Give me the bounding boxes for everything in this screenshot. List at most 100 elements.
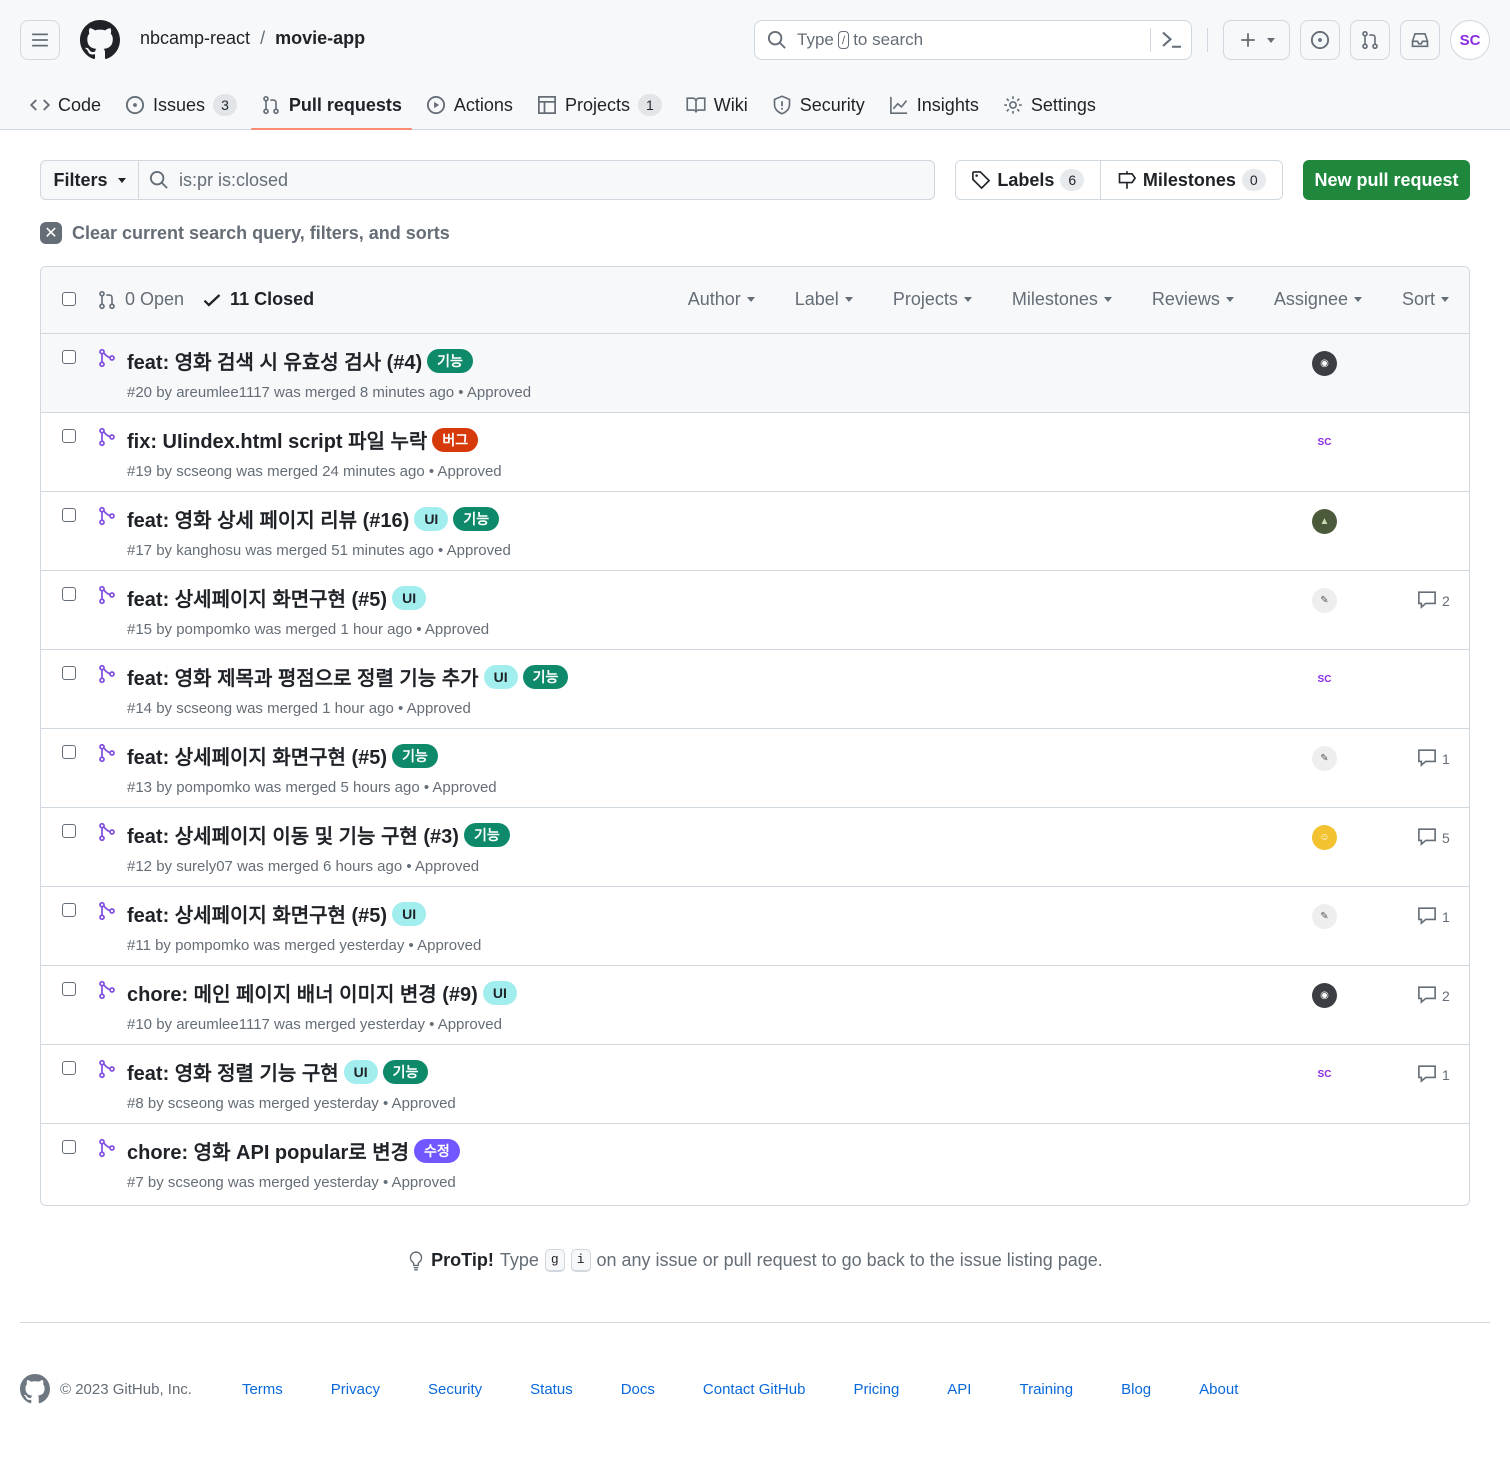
tab-wiki[interactable]: Wiki xyxy=(676,80,758,130)
assignee-avatar[interactable]: ✎ xyxy=(1312,588,1337,613)
repo-name-link[interactable]: movie-app xyxy=(275,28,365,49)
pull-request-row[interactable]: chore: 영화 API popular로 변경 수정 #7 by scseong… xyxy=(41,1124,1469,1203)
label-badge[interactable]: 기능 xyxy=(522,664,569,689)
github-logo-icon[interactable] xyxy=(20,1374,50,1404)
pull-request-row[interactable]: feat: 영화 검색 시 유효성 검사 (#4) 기능 #20 by areuml… xyxy=(41,334,1469,413)
label-badge[interactable]: 기능 xyxy=(392,743,438,768)
pull-request-title-link[interactable]: fix: UIindex.html script 파일 누락 xyxy=(127,425,427,454)
pull-request-row[interactable]: feat: 영화 제목과 평점으로 정렬 기능 추가 UI 기능 #14 by scs… xyxy=(41,650,1469,729)
label-badge[interactable]: UI xyxy=(482,980,517,1005)
row-checkbox[interactable] xyxy=(62,903,76,917)
tab-insights[interactable]: Insights xyxy=(879,80,989,130)
new-pull-request-button[interactable]: New pull request xyxy=(1303,160,1470,200)
pull-request-title-link[interactable]: chore: 메인 페이지 배너 이미지 변경 (#9) xyxy=(127,978,478,1007)
footer-link-security[interactable]: Security xyxy=(428,1381,482,1398)
filter-milestones-dropdown[interactable]: Milestones xyxy=(1012,289,1112,310)
comments-link[interactable]: 2 xyxy=(1417,984,1450,1007)
row-checkbox[interactable] xyxy=(62,666,76,680)
footer-link-docs[interactable]: Docs xyxy=(621,1381,655,1398)
row-checkbox[interactable] xyxy=(62,824,76,838)
labels-button[interactable]: Labels 6 xyxy=(956,161,1101,199)
comments-link[interactable]: 1 xyxy=(1417,747,1450,770)
assignee-avatar[interactable]: ◉ xyxy=(1312,351,1337,376)
label-badge[interactable]: UI xyxy=(483,664,518,689)
filter-sort-dropdown[interactable]: Sort xyxy=(1402,289,1449,310)
inbox-button[interactable] xyxy=(1400,20,1440,60)
milestones-button[interactable]: Milestones 0 xyxy=(1101,161,1282,199)
label-badge[interactable]: 기능 xyxy=(463,822,510,847)
row-checkbox[interactable] xyxy=(62,587,76,601)
pull-request-title-link[interactable]: feat: 영화 상세 페이지 리뷰 (#16) xyxy=(127,504,409,533)
label-badge[interactable]: 기능 xyxy=(382,1059,429,1084)
footer-link-status[interactable]: Status xyxy=(530,1381,573,1398)
menu-button[interactable] xyxy=(20,20,60,60)
global-search[interactable]: Type / to search xyxy=(754,20,1192,60)
tab-issues[interactable]: Issues 3 xyxy=(115,80,247,130)
label-badge[interactable]: 수정 xyxy=(414,1138,460,1163)
row-checkbox[interactable] xyxy=(62,350,76,364)
row-checkbox[interactable] xyxy=(62,745,76,759)
label-badge[interactable]: UI xyxy=(392,585,427,610)
github-logo-icon[interactable] xyxy=(80,20,120,60)
pull-request-row[interactable]: feat: 상세페이지 화면구현 (#5) 기능 #13 by pompomko w… xyxy=(41,729,1469,808)
filter-author-dropdown[interactable]: Author xyxy=(688,289,755,310)
tab-projects[interactable]: Projects 1 xyxy=(527,80,672,130)
row-checkbox[interactable] xyxy=(62,508,76,522)
footer-link-about[interactable]: About xyxy=(1199,1381,1238,1398)
open-filter[interactable]: 0 Open xyxy=(97,289,184,310)
footer-link-pricing[interactable]: Pricing xyxy=(853,1381,899,1398)
footer-link-blog[interactable]: Blog xyxy=(1121,1381,1151,1398)
comments-link[interactable]: 5 xyxy=(1417,826,1450,849)
comments-link[interactable]: 1 xyxy=(1417,1063,1450,1086)
pull-request-title-link[interactable]: chore: 영화 API popular로 변경 xyxy=(127,1136,409,1165)
filter-query-input[interactable] xyxy=(179,169,879,191)
filters-dropdown[interactable]: Filters xyxy=(40,160,139,200)
pull-request-row[interactable]: feat: 상세페이지 이동 및 기능 구현 (#3) 기능 #12 by sure… xyxy=(41,808,1469,887)
comments-link[interactable]: 1 xyxy=(1417,905,1450,928)
repo-owner-link[interactable]: nbcamp-react xyxy=(140,28,250,49)
pull-request-title-link[interactable]: feat: 상세페이지 화면구현 (#5) xyxy=(127,899,387,928)
tab-settings[interactable]: Settings xyxy=(993,80,1106,130)
filter-label-dropdown[interactable]: Label xyxy=(795,289,853,310)
tab-pull-requests[interactable]: Pull requests xyxy=(250,80,412,130)
pull-request-row[interactable]: feat: 상세페이지 화면구현 (#5) UI #11 by pompomko w… xyxy=(41,887,1469,966)
assignee-avatar[interactable]: ✎ xyxy=(1312,746,1337,771)
create-new-button[interactable] xyxy=(1223,20,1290,60)
command-palette-icon[interactable] xyxy=(1160,28,1184,52)
pull-request-title-link[interactable]: feat: 영화 검색 시 유효성 검사 (#4) xyxy=(127,346,422,375)
label-badge[interactable]: 버그 xyxy=(432,427,479,452)
filter-reviews-dropdown[interactable]: Reviews xyxy=(1152,289,1234,310)
row-checkbox[interactable] xyxy=(62,1061,76,1075)
user-avatar[interactable]: SC xyxy=(1450,20,1490,60)
footer-link-api[interactable]: API xyxy=(947,1381,971,1398)
footer-link-privacy[interactable]: Privacy xyxy=(331,1381,380,1398)
tab-actions[interactable]: Actions xyxy=(416,80,523,130)
row-checkbox[interactable] xyxy=(62,1140,76,1154)
tab-code[interactable]: Code xyxy=(20,80,111,130)
closed-filter[interactable]: 11 Closed xyxy=(202,289,314,310)
assignee-avatar[interactable]: SC xyxy=(1312,1062,1337,1087)
assignee-avatar[interactable]: ☺ xyxy=(1312,825,1337,850)
pull-request-title-link[interactable]: feat: 영화 제목과 평점으로 정렬 기능 추가 xyxy=(127,662,479,691)
row-checkbox[interactable] xyxy=(62,982,76,996)
assignee-avatar[interactable]: ✎ xyxy=(1312,904,1337,929)
pull-request-title-link[interactable]: feat: 상세페이지 화면구현 (#5) xyxy=(127,583,387,612)
filter-projects-dropdown[interactable]: Projects xyxy=(893,289,972,310)
row-checkbox[interactable] xyxy=(62,429,76,443)
issues-button[interactable] xyxy=(1300,20,1340,60)
label-badge[interactable]: UI xyxy=(343,1059,378,1084)
pull-request-row[interactable]: fix: UIindex.html script 파일 누락 버그 #19 by s… xyxy=(41,413,1469,492)
footer-link-terms[interactable]: Terms xyxy=(242,1381,283,1398)
assignee-avatar[interactable]: SC xyxy=(1312,430,1337,455)
assignee-avatar[interactable]: ▲ xyxy=(1312,509,1337,534)
label-badge[interactable]: UI xyxy=(414,506,449,531)
pull-request-row[interactable]: feat: 영화 상세 페이지 리뷰 (#16) UI 기능 #17 by kangh… xyxy=(41,492,1469,571)
tab-security[interactable]: Security xyxy=(762,80,875,130)
pull-request-title-link[interactable]: feat: 영화 정렬 기능 구현 xyxy=(127,1057,339,1086)
select-all-checkbox[interactable] xyxy=(62,292,76,306)
clear-filters-link[interactable]: ✕ Clear current search query, filters, a… xyxy=(40,222,450,244)
filter-assignee-dropdown[interactable]: Assignee xyxy=(1274,289,1362,310)
label-badge[interactable]: UI xyxy=(392,901,427,926)
footer-link-contact-github[interactable]: Contact GitHub xyxy=(703,1381,806,1398)
assignee-avatar[interactable]: SC xyxy=(1312,667,1337,692)
